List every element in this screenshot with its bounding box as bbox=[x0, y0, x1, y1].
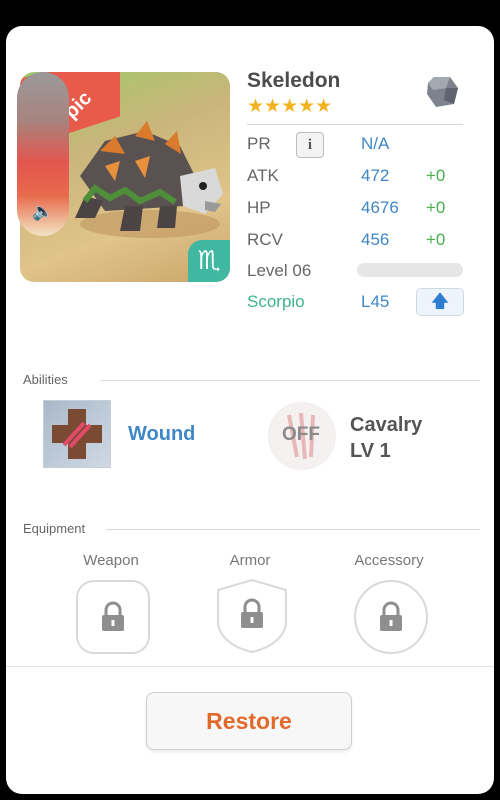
hp-bonus: +0 bbox=[426, 198, 446, 217]
monster-detail-card: pic ♏ 🔈 Skeledon ★★★★★ PR i N/A ATK 472 … bbox=[6, 26, 494, 794]
leader-skill-state: OFF bbox=[282, 424, 320, 445]
zodiac-sign-label: Scorpio bbox=[247, 292, 305, 311]
weapon-slot[interactable] bbox=[76, 580, 150, 654]
pr-value: N/A bbox=[361, 134, 390, 153]
speaker-icon[interactable]: 🔈 bbox=[32, 202, 53, 222]
atk-value: 472 bbox=[361, 166, 390, 185]
accessory-label: Accessory bbox=[354, 552, 424, 569]
lock-icon bbox=[380, 601, 402, 631]
abilities-divider bbox=[100, 380, 480, 381]
rarity-stars: ★★★★★ bbox=[247, 95, 333, 117]
wound-ability-icon[interactable] bbox=[43, 400, 111, 468]
restore-button[interactable]: Restore bbox=[146, 692, 352, 750]
atk-bonus: +0 bbox=[426, 166, 446, 185]
monster-name: Skeledon bbox=[247, 69, 341, 92]
monster-image bbox=[75, 121, 223, 238]
equipment-divider bbox=[106, 529, 480, 530]
stats-divider bbox=[247, 124, 463, 125]
rcv-value: 456 bbox=[361, 230, 390, 249]
armor-slot[interactable] bbox=[215, 578, 289, 654]
footer-divider bbox=[6, 666, 494, 667]
hp-label: HP bbox=[247, 198, 271, 217]
leader-skill-name: Cavalry LV 1 bbox=[350, 412, 422, 464]
pr-label: PR bbox=[247, 134, 271, 153]
leader-skill-name-line1: Cavalry bbox=[350, 414, 423, 436]
rcv-bonus: +0 bbox=[426, 230, 446, 249]
info-button[interactable]: i bbox=[296, 132, 324, 158]
zodiac-sign-level: L45 bbox=[361, 292, 390, 311]
zodiac-badge: ♏ bbox=[188, 240, 230, 282]
leader-skill-name-line2: LV 1 bbox=[350, 440, 391, 462]
abilities-heading: Abilities bbox=[23, 372, 68, 387]
armor-label: Armor bbox=[229, 552, 271, 569]
atk-label: ATK bbox=[247, 166, 279, 185]
element-stone-icon bbox=[427, 77, 458, 107]
equipment-heading: Equipment bbox=[23, 521, 86, 536]
upgrade-button[interactable]: 🡅 bbox=[416, 288, 464, 316]
lock-icon bbox=[102, 601, 124, 631]
level-label: Level 06 bbox=[247, 261, 312, 280]
hp-value: 4676 bbox=[361, 198, 399, 217]
rcv-label: RCV bbox=[247, 230, 283, 249]
accessory-slot[interactable] bbox=[354, 580, 428, 654]
active-ability-name[interactable]: Wound bbox=[128, 423, 195, 446]
level-progress-bar bbox=[357, 263, 463, 277]
weapon-label: Weapon bbox=[83, 552, 139, 569]
arrow-up-icon: 🡅 bbox=[430, 291, 450, 312]
cross-icon bbox=[52, 409, 102, 459]
